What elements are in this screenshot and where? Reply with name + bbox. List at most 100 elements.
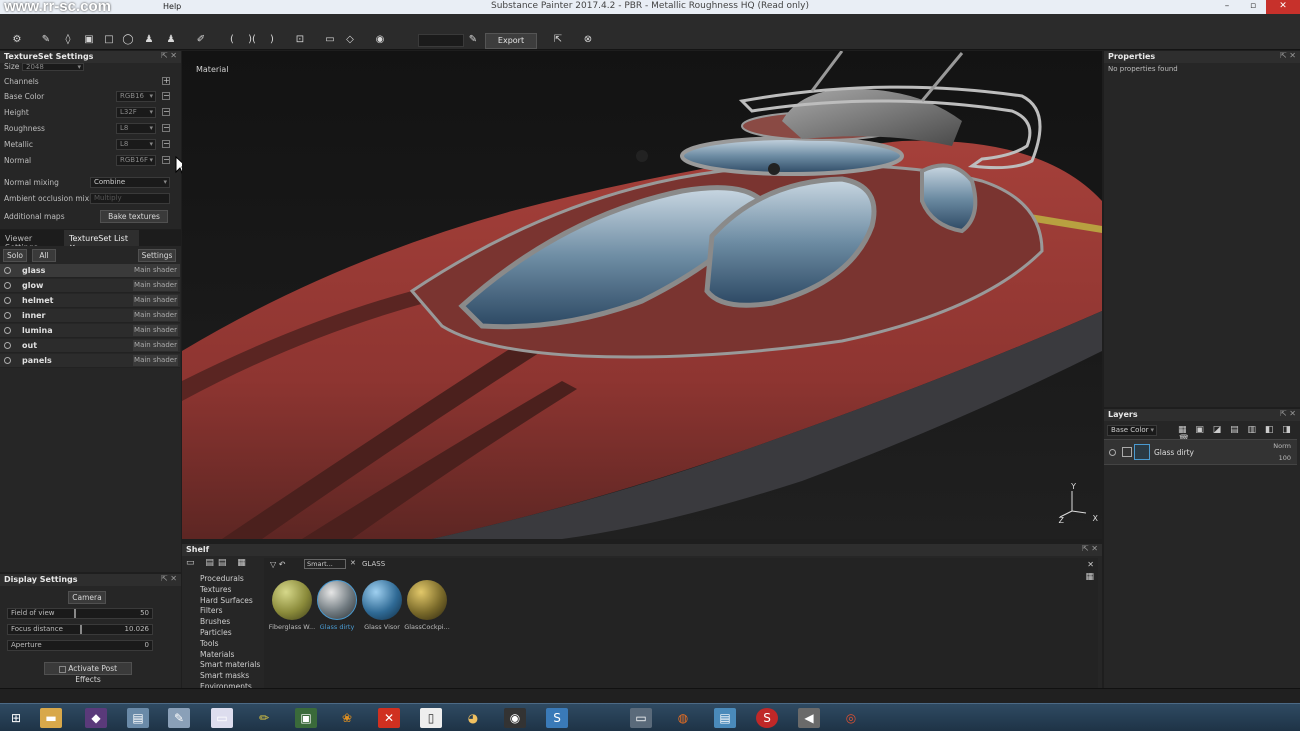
shelf-category[interactable]: Hard Surfaces [200,596,253,605]
shader-dropdown[interactable]: Main shader [133,295,178,306]
shelf-category[interactable]: Materials [200,650,234,659]
close-icon[interactable]: ✕ [1087,560,1094,569]
paint-brush-icon[interactable]: ✎ [40,34,52,46]
clone-icon[interactable]: ♟ [143,34,155,46]
remove-channel-button[interactable]: − [162,156,170,164]
channel-dropdown[interactable]: Base Color [1107,425,1157,436]
chrome-icon[interactable]: ◎ [840,708,862,728]
filter-icon[interactable]: ▽ ↶ [270,560,285,569]
pencil-icon[interactable]: ✏ [253,708,275,728]
windows-start-icon[interactable]: ⊞ [5,708,27,728]
shader-dropdown[interactable]: Main shader [133,310,178,321]
textureset-row[interactable]: glass Main shader [0,264,180,278]
textureset-row[interactable]: helmet Main shader [0,294,180,308]
layer-row[interactable]: Glass dirty Norm 100 [1104,439,1297,465]
notes-icon[interactable]: ▤ [127,708,149,728]
panel-close-icon[interactable]: ⇱ ✕ [1082,544,1098,553]
shelf-category[interactable]: Tools [200,639,218,648]
zoom-field[interactable] [418,34,464,47]
maximize-button[interactable]: ▫ [1240,0,1266,14]
window-app-icon[interactable]: ▤ [714,708,736,728]
material-thumbnail[interactable] [272,580,312,620]
panel-close-icon[interactable]: ⇱ ✕ [1280,409,1296,418]
channel-format-dropdown[interactable]: RGB16F [116,155,156,166]
app-icon[interactable]: ◆ [85,708,107,728]
bake-textures-button[interactable]: Bake textures [100,210,168,223]
solo-button[interactable]: Solo [3,249,27,262]
viewport-mode-icon[interactable]: ▭ [324,34,336,46]
ao-mixing-dropdown[interactable]: Multiply [90,193,170,204]
smudge-icon[interactable]: ◯ [122,34,134,46]
brush-settings-icon[interactable]: ( [226,34,238,46]
aperture-slider[interactable]: Aperture 0 [7,640,153,651]
material-thumbnail[interactable] [317,580,357,620]
textureset-row[interactable]: glow Main shader [0,279,180,293]
symmetry-icon[interactable]: ⚙ [11,34,23,46]
shelf-category[interactable]: Filters [200,606,222,615]
butterfly-icon[interactable]: ❀ [336,708,358,728]
paint-icon[interactable]: ✎ [168,708,190,728]
visibility-icon[interactable] [4,282,11,289]
brush-size-icon[interactable]: )( [246,34,258,46]
edit-icon[interactable]: ✎ [467,34,479,46]
fov-slider[interactable]: Field of view 50 [7,608,153,619]
camera-button[interactable]: Camera [68,591,106,604]
speaker-icon[interactable]: ◀ [798,708,820,728]
shelf-category[interactable]: Textures [200,585,231,594]
shelf-search-filter[interactable]: GLASS [362,560,385,568]
remove-channel-button[interactable]: − [162,140,170,148]
shader-dropdown[interactable]: Main shader [133,280,178,291]
shader-dropdown[interactable]: Main shader [133,355,178,366]
textureset-row[interactable]: inner Main shader [0,309,180,323]
color-picker-icon[interactable]: ✐ [195,34,207,46]
shelf-category[interactable]: Smart masks [200,671,249,680]
3d-viewport[interactable]: Material Y X Z [182,51,1102,539]
shelf-category[interactable]: Particles [200,628,232,637]
channel-format-dropdown[interactable]: RGB16 [116,91,156,102]
activate-post-effects-button[interactable]: Activate Post Effects [44,662,132,684]
remove-tag-icon[interactable]: ✕ [350,559,356,567]
firefox-icon[interactable]: ◍ [672,708,694,728]
textureset-row[interactable]: panels Main shader [0,354,180,368]
material-thumbnail[interactable] [407,580,447,620]
cube-icon[interactable]: ◇ [344,34,356,46]
checkbox[interactable] [58,665,66,673]
camera-icon[interactable]: ⊡ [294,34,306,46]
document-icon[interactable]: ▭ [211,708,233,728]
add-channel-button[interactable]: + [162,77,170,85]
visibility-icon[interactable] [4,297,11,304]
monitor-icon[interactable]: ▣ [295,708,317,728]
projection-icon[interactable]: ▣ [83,34,95,46]
material-thumbnail[interactable] [362,580,402,620]
layer-blend-mode[interactable]: Norm [1273,442,1291,450]
panel-close-icon[interactable]: ⇱ ✕ [161,51,177,60]
x-app-icon[interactable]: ✕ [378,708,400,728]
panel-close-icon[interactable]: ⇱ ✕ [161,574,177,583]
shader-dropdown[interactable]: Main shader [133,325,178,336]
tab-textureset-list[interactable]: TextureSet List ✕ [64,230,139,252]
textureset-row[interactable]: out Main shader [0,339,180,353]
eraser-icon[interactable]: ◊ [62,34,74,46]
size-dropdown[interactable]: 2048 [22,63,84,71]
brush-hardness-icon[interactable]: ) [266,34,278,46]
share-icon[interactable]: ⊗ [582,34,594,46]
export-icon[interactable]: ⇱ [552,34,564,46]
palette-icon[interactable]: ◕ [462,708,484,728]
channel-format-dropdown[interactable]: L8 [116,123,156,134]
visibility-icon[interactable] [4,327,11,334]
material-picker-icon[interactable]: ♟ [165,34,177,46]
visibility-icon[interactable] [1109,449,1116,456]
close-button[interactable]: ✕ [1266,0,1300,14]
channel-format-dropdown[interactable]: L8 [116,139,156,150]
layer-opacity[interactable]: 100 [1279,454,1291,462]
channel-format-dropdown[interactable]: L32F [116,107,156,118]
remove-channel-button[interactable]: − [162,108,170,116]
shelf-category[interactable]: Brushes [200,617,230,626]
textureset-row[interactable]: lumina Main shader [0,324,180,338]
visibility-icon[interactable] [4,342,11,349]
shelf-toolbar[interactable]: ▭ ▤▤ ▦ [186,558,262,570]
visibility-icon[interactable] [4,312,11,319]
file-icon[interactable]: ▯ [420,708,442,728]
skype-icon[interactable]: S [546,708,568,728]
panel-close-icon[interactable]: ⇱ ✕ [1280,51,1296,60]
